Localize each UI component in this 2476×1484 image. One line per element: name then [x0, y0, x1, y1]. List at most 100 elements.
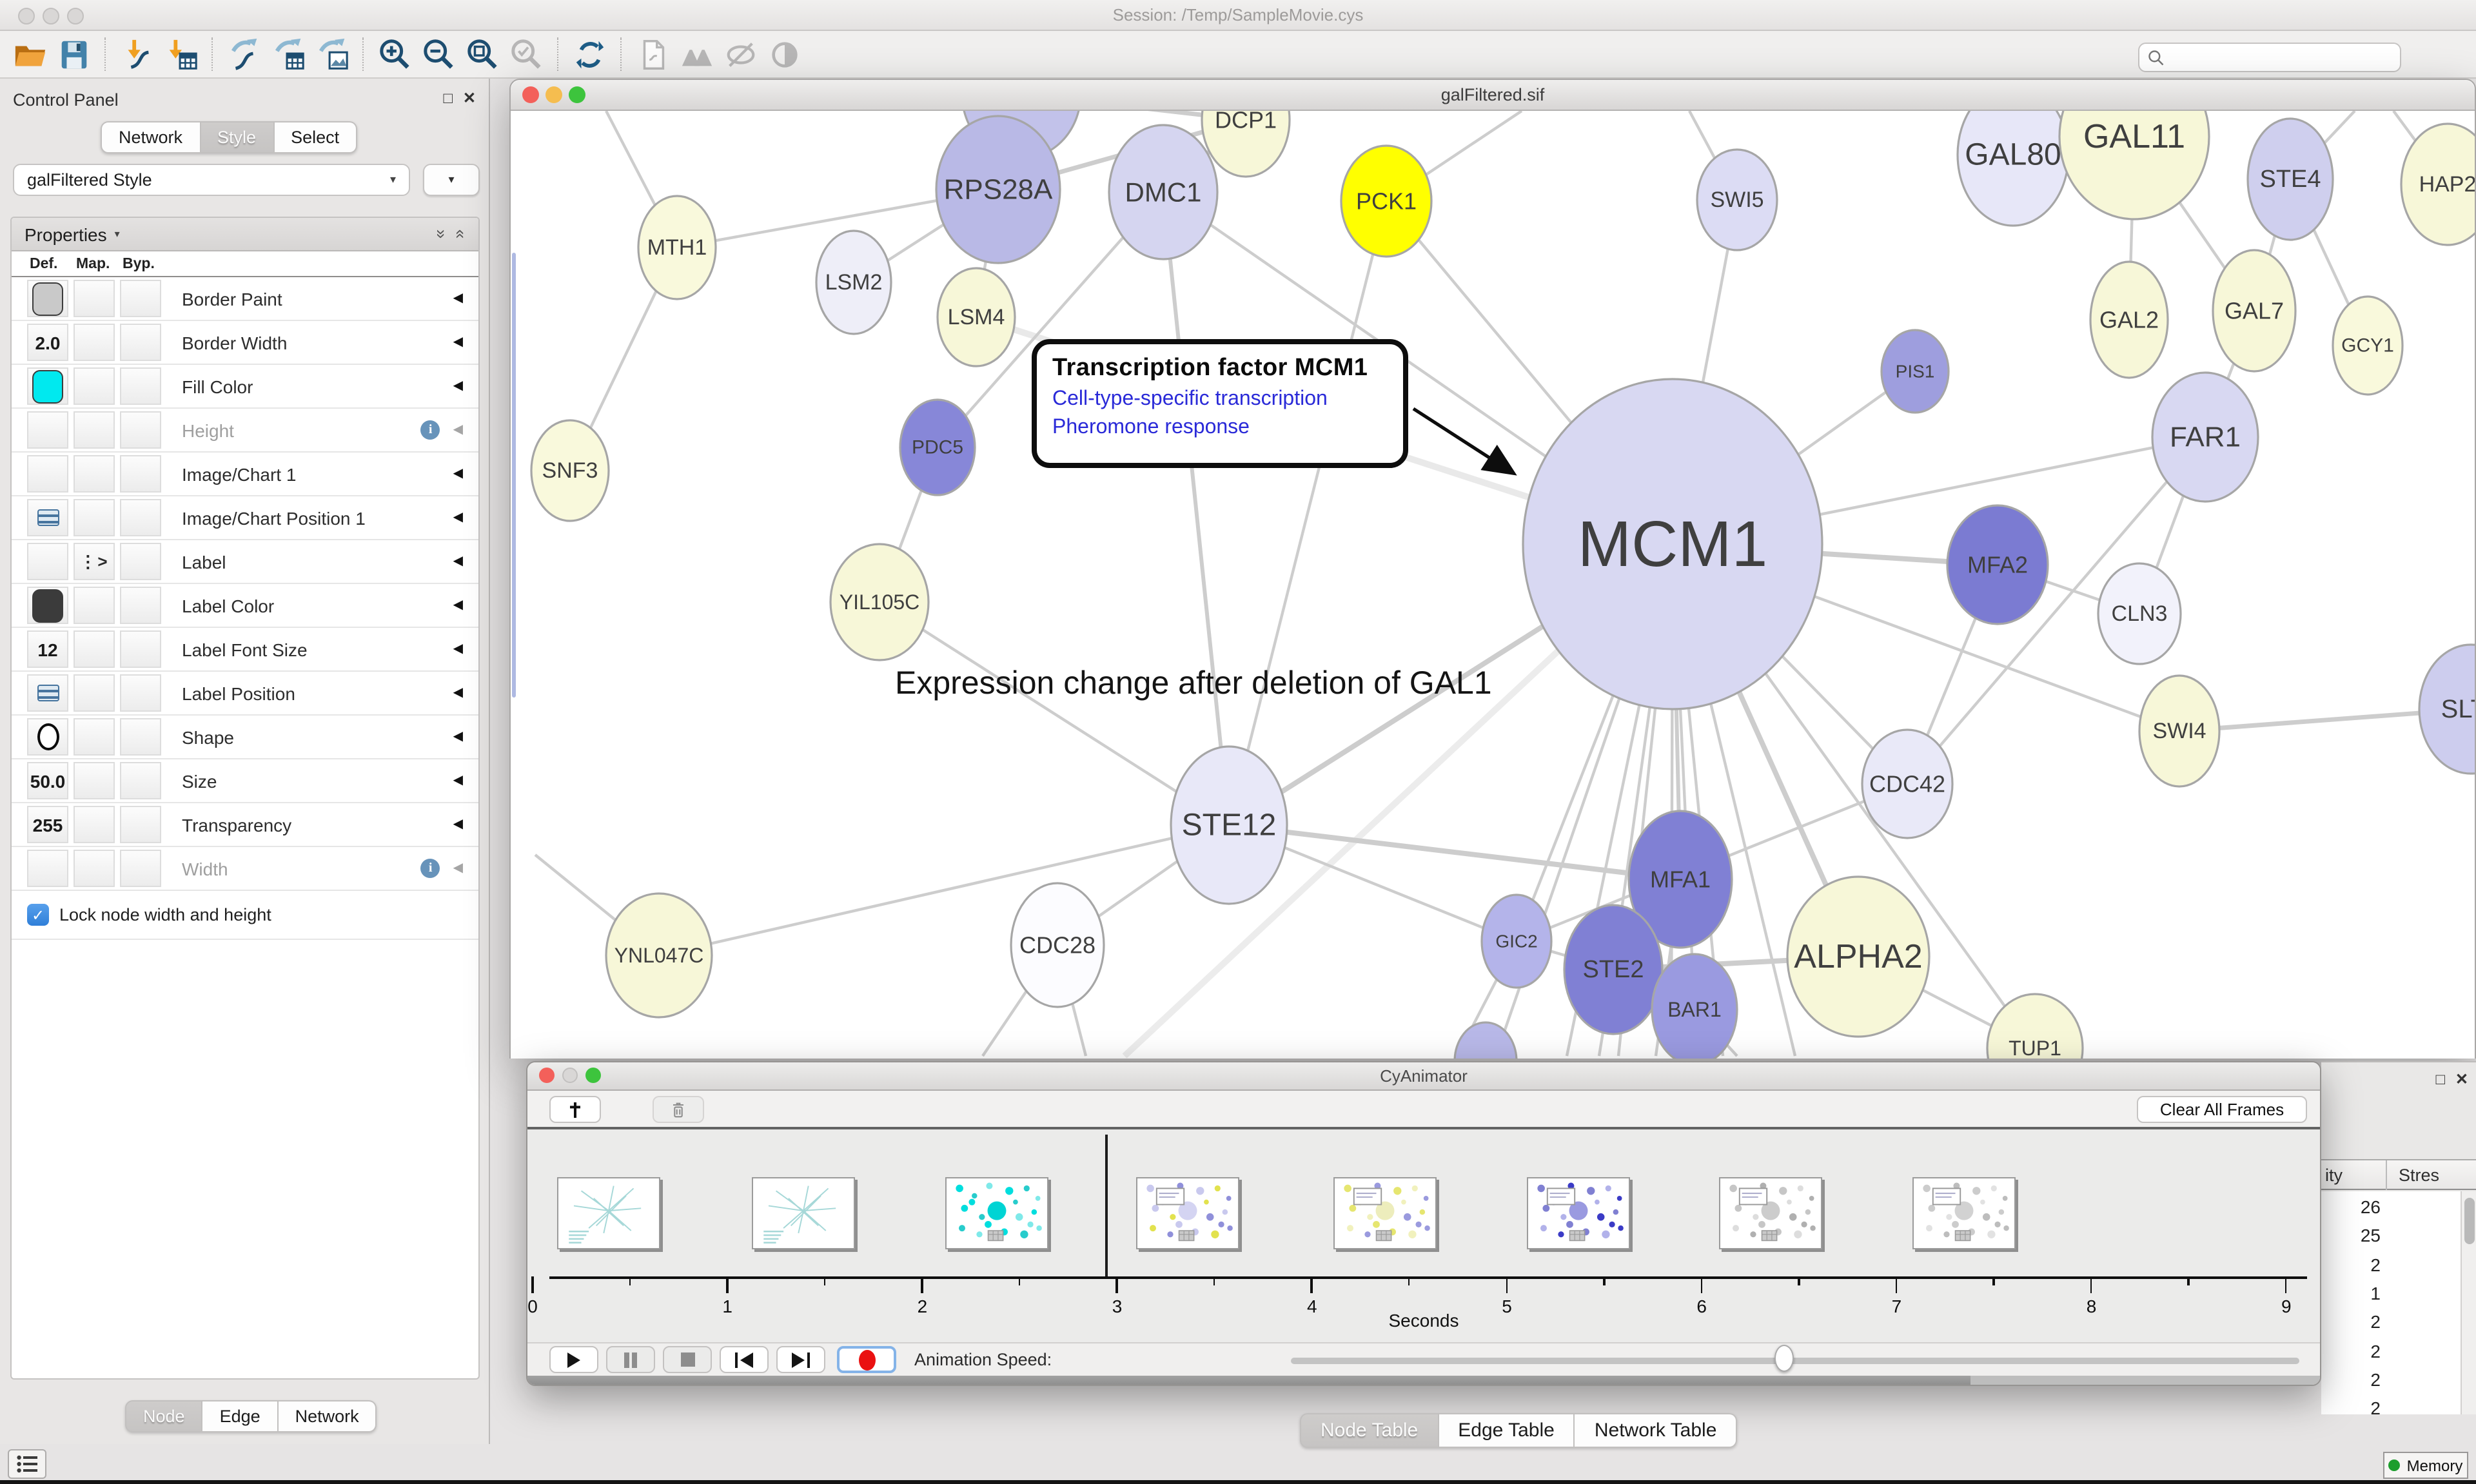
- property-row-shape[interactable]: Shape◀: [12, 716, 478, 759]
- info-icon[interactable]: i: [421, 420, 440, 440]
- default-value-cell[interactable]: [27, 718, 68, 756]
- network-node-snf3[interactable]: SNF3: [531, 420, 609, 521]
- network-node-cdc42[interactable]: CDC42: [1862, 730, 1952, 838]
- annotation-link[interactable]: Pheromone response: [1052, 416, 1388, 440]
- bypass-cell[interactable]: [120, 411, 161, 449]
- expand-row-icon[interactable]: ◀: [453, 379, 463, 393]
- export-table-button[interactable]: [266, 34, 310, 75]
- mapping-cell[interactable]: [74, 762, 115, 799]
- mapping-cell[interactable]: [74, 718, 115, 756]
- default-value-cell[interactable]: [27, 455, 68, 493]
- mapping-cell[interactable]: [74, 367, 115, 405]
- mapping-cell[interactable]: [74, 850, 115, 887]
- tab-network-table[interactable]: Network Table: [1575, 1413, 1738, 1448]
- tab-node-table[interactable]: Node Table: [1300, 1413, 1439, 1448]
- open-folder-button[interactable]: [8, 34, 52, 75]
- property-row-border-paint[interactable]: Border Paint◀: [12, 277, 478, 321]
- tab-edge-table[interactable]: Edge Table: [1439, 1413, 1575, 1448]
- frame-thumbnail-2[interactable]: [945, 1177, 1048, 1249]
- bypass-cell[interactable]: [120, 718, 161, 756]
- float-panel-icon[interactable]: □: [2436, 1070, 2446, 1088]
- network-node-gic2[interactable]: GIC2: [1482, 895, 1551, 988]
- tab-select[interactable]: Select: [274, 121, 357, 153]
- delete-frame-button[interactable]: [653, 1096, 704, 1123]
- bypass-cell[interactable]: [120, 499, 161, 536]
- expand-row-icon[interactable]: ◀: [453, 686, 463, 700]
- refresh-button[interactable]: [567, 34, 611, 75]
- scrollbar-thumb[interactable]: [527, 1376, 1970, 1386]
- expand-row-icon[interactable]: ◀: [453, 554, 463, 569]
- scrollbar-thumb[interactable]: [2464, 1198, 2475, 1244]
- mapping-cell[interactable]: [74, 630, 115, 668]
- search-field[interactable]: [2138, 43, 2401, 72]
- network-node-cln3[interactable]: CLN3: [2098, 563, 2181, 664]
- timeline-playhead[interactable]: [1105, 1135, 1107, 1276]
- table-cell-value[interactable]: 25: [2321, 1225, 2381, 1246]
- network-canvas[interactable]: RPS28BRPS28ADMC1DCP1PCK1MTH1LSM2LSM4SNF3…: [511, 111, 2475, 1059]
- property-row-image-chart-position-1[interactable]: Image/Chart Position 1◀: [12, 496, 478, 540]
- network-node-ste4[interactable]: STE4: [2248, 119, 2333, 240]
- expand-row-icon[interactable]: ◀: [453, 598, 463, 612]
- expand-row-icon[interactable]: ◀: [453, 861, 463, 875]
- property-row-size[interactable]: 50.0Size◀: [12, 759, 478, 803]
- bypass-cell[interactable]: [120, 806, 161, 843]
- expand-row-icon[interactable]: ◀: [453, 642, 463, 656]
- default-value-cell[interactable]: [27, 280, 68, 317]
- mapping-cell[interactable]: ⋮>: [74, 543, 115, 580]
- network-node-pdc5[interactable]: PDC5: [900, 400, 975, 495]
- table-cell-value[interactable]: 2: [2321, 1254, 2381, 1274]
- default-value-cell[interactable]: [27, 499, 68, 536]
- default-value-cell[interactable]: [27, 367, 68, 405]
- mapping-cell[interactable]: [74, 324, 115, 361]
- mapping-cell[interactable]: [74, 411, 115, 449]
- expand-row-icon[interactable]: ◀: [453, 511, 463, 525]
- network-node-lsm4[interactable]: LSM4: [938, 268, 1015, 366]
- default-value-cell[interactable]: 50.0: [27, 762, 68, 799]
- bypass-cell[interactable]: [120, 674, 161, 712]
- float-panel-icon[interactable]: □: [444, 89, 453, 107]
- network-node-bar1[interactable]: BAR1: [1652, 954, 1737, 1059]
- property-row-fill-color[interactable]: Fill Color◀: [12, 365, 478, 409]
- skip-to-start-button[interactable]: [720, 1346, 769, 1373]
- tab-network[interactable]: Network: [101, 121, 201, 153]
- frame-thumbnail-0[interactable]: [557, 1177, 660, 1249]
- table-cell-value[interactable]: 2: [2321, 1340, 2381, 1361]
- mapping-cell[interactable]: [74, 806, 115, 843]
- save-button[interactable]: [52, 34, 95, 75]
- add-frame-button[interactable]: [549, 1096, 601, 1123]
- property-row-border-width[interactable]: 2.0Border Width◀: [12, 321, 478, 365]
- table-cell-value[interactable]: 2: [2321, 1398, 2381, 1414]
- bypass-cell[interactable]: [120, 280, 161, 317]
- show-panels-button[interactable]: [8, 1449, 46, 1479]
- panel-tab-network[interactable]: Network: [279, 1400, 377, 1432]
- network-node-gal11[interactable]: GAL11: [2059, 111, 2209, 219]
- table-cell-value[interactable]: 1: [2321, 1283, 2381, 1303]
- network-node-slt2[interactable]: SLT2: [2419, 645, 2475, 774]
- expand-row-icon[interactable]: ◀: [453, 467, 463, 481]
- network-node-mfa2[interactable]: MFA2: [1947, 505, 2048, 624]
- search-input[interactable]: [2165, 48, 2400, 66]
- zoom-fit-button[interactable]: [460, 34, 504, 75]
- export-image-button[interactable]: [310, 34, 353, 75]
- network-node-dmc1[interactable]: DMC1: [1109, 125, 1217, 259]
- property-row-height[interactable]: Heighti◀: [12, 409, 478, 453]
- animation-speed-slider[interactable]: [1291, 1358, 2299, 1364]
- default-value-cell[interactable]: [27, 587, 68, 624]
- frame-thumbnail-3[interactable]: [1136, 1177, 1239, 1249]
- network-node-gcy1[interactable]: GCY1: [2333, 297, 2402, 395]
- mapping-cell[interactable]: [74, 455, 115, 493]
- memory-button[interactable]: Memory: [2383, 1452, 2468, 1479]
- property-row-label[interactable]: ⋮>Label◀: [12, 540, 478, 584]
- style-options-button[interactable]: ▾: [423, 164, 480, 196]
- property-row-label-font-size[interactable]: 12Label Font Size◀: [12, 628, 478, 672]
- expand-row-icon[interactable]: ◀: [453, 335, 463, 349]
- network-node-ste2[interactable]: STE2: [1564, 905, 1662, 1034]
- network-node-swi5[interactable]: SWI5: [1697, 150, 1777, 250]
- property-row-label-position[interactable]: Label Position◀: [12, 672, 478, 716]
- lock-node-size-checkbox[interactable]: ✓: [27, 904, 49, 926]
- network-node-ste12[interactable]: STE12: [1171, 747, 1287, 904]
- network-node-gal80[interactable]: GAL80: [1958, 111, 2068, 226]
- bypass-cell[interactable]: [120, 587, 161, 624]
- network-node-far1[interactable]: FAR1: [2152, 373, 2258, 502]
- cyanimator-timeline[interactable]: 0123456789 Seconds: [527, 1132, 2320, 1342]
